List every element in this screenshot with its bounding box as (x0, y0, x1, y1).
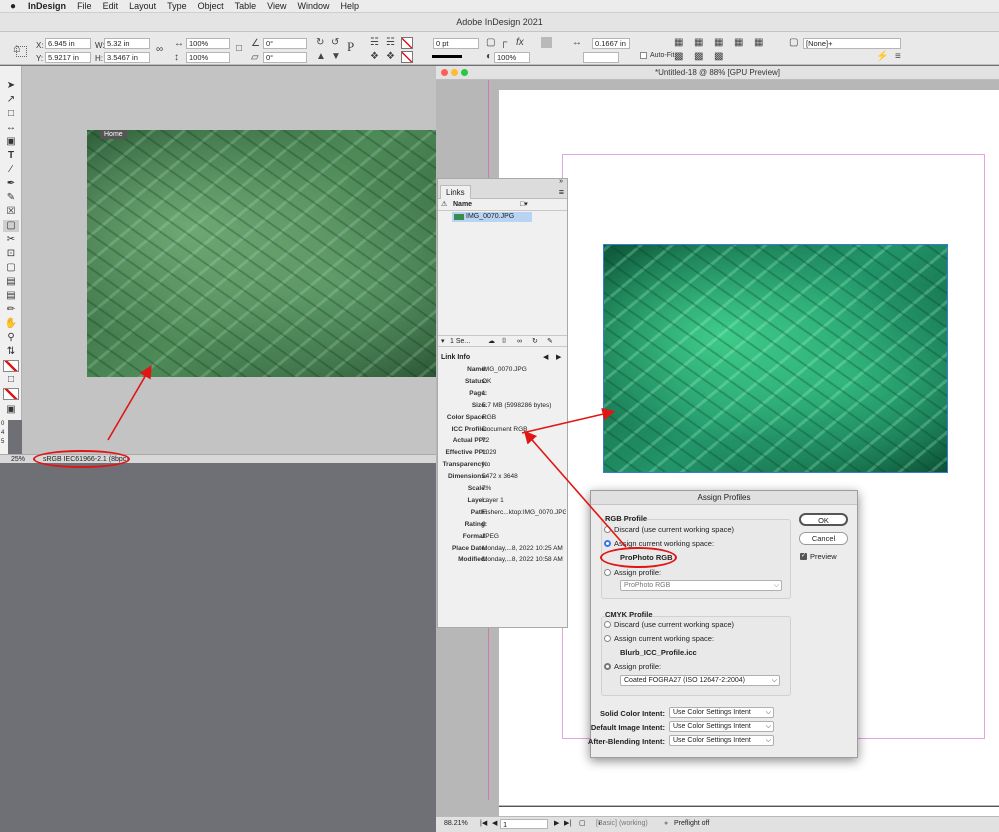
annotation-arrow-to-image (521, 407, 616, 434)
annotation-arrows (107, 365, 627, 548)
annotation-arrow-left (107, 365, 152, 441)
annotation-arrow-to-icc (523, 430, 627, 548)
